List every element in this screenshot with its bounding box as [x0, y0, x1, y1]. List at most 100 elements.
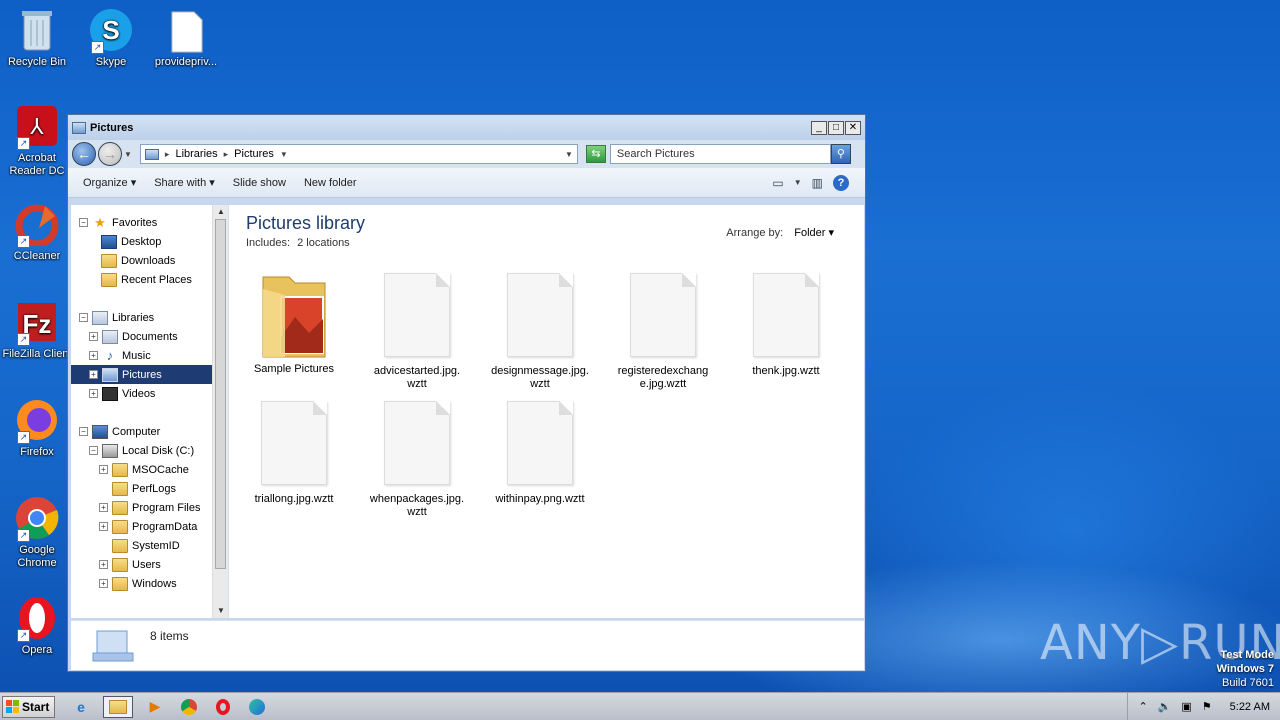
- taskbar-media-player-button[interactable]: ▶: [143, 696, 167, 718]
- nav-folder-msocache[interactable]: + MSOCache: [71, 460, 213, 479]
- item-name: Sample Pictures: [253, 363, 335, 375]
- preview-pane-icon[interactable]: ▥: [812, 176, 823, 190]
- collapse-icon[interactable]: −: [79, 218, 88, 227]
- slide-show-button[interactable]: Slide show: [233, 177, 286, 189]
- collapse-icon[interactable]: −: [89, 446, 98, 455]
- opera-shortcut[interactable]: ↗ Opera: [0, 596, 74, 657]
- shortcut-arrow-icon: ↗: [17, 629, 30, 642]
- expand-icon[interactable]: +: [89, 389, 98, 398]
- change-view-icon[interactable]: ▭: [772, 176, 783, 190]
- taskbar-chrome-button[interactable]: [177, 696, 201, 718]
- breadcrumb-dropdown-icon[interactable]: ▼: [280, 150, 288, 159]
- list-item[interactable]: Sample Pictures: [239, 267, 349, 376]
- expand-icon[interactable]: +: [89, 370, 98, 379]
- list-item[interactable]: triallong.jpg.wztt: [239, 401, 349, 506]
- scroll-down-icon[interactable]: ▼: [213, 604, 229, 618]
- blank-file-icon: [164, 8, 208, 53]
- nav-videos-label: Videos: [122, 387, 156, 400]
- ccleaner-shortcut[interactable]: ↗ CCleaner: [0, 202, 74, 263]
- nav-folder-windows[interactable]: + Windows: [71, 574, 213, 593]
- scroll-thumb[interactable]: [215, 219, 226, 569]
- back-button[interactable]: ←: [72, 142, 96, 166]
- taskbar-ie-button[interactable]: e: [69, 696, 93, 718]
- nav-recent-places[interactable]: Recent Places: [71, 270, 213, 289]
- nav-folder-program-files[interactable]: + Program Files: [71, 498, 213, 517]
- share-with-button[interactable]: Share with ▾: [154, 176, 215, 189]
- title-bar[interactable]: Pictures _ □ ✕: [68, 115, 865, 140]
- arrange-by: Arrange by: Folder ▾: [726, 226, 834, 239]
- expand-icon[interactable]: +: [99, 503, 108, 512]
- nav-pictures-label: Pictures: [122, 368, 162, 381]
- close-button[interactable]: ✕: [845, 120, 861, 135]
- firefox-shortcut[interactable]: ↗ Firefox: [0, 398, 74, 459]
- blank-file-icon: [753, 273, 819, 357]
- chrome-icon: ↗: [15, 496, 59, 542]
- item-name: withinpay.png.wztt: [495, 493, 585, 505]
- collapse-icon[interactable]: −: [79, 313, 88, 322]
- list-item[interactable]: withinpay.png.wztt: [485, 401, 595, 506]
- file-shortcut[interactable]: providepriv...: [149, 8, 223, 69]
- address-bar[interactable]: ▸ Libraries ▸ Pictures ▼ ▼: [139, 144, 578, 164]
- breadcrumb-libraries[interactable]: Libraries: [175, 148, 217, 160]
- skype-shortcut[interactable]: S ↗ Skype: [74, 8, 148, 69]
- recycle-bin-icon[interactable]: Recycle Bin: [0, 8, 74, 69]
- expand-icon[interactable]: +: [99, 579, 108, 588]
- arrange-by-dropdown[interactable]: Folder ▾: [794, 227, 834, 239]
- expand-icon[interactable]: +: [99, 465, 108, 474]
- maximize-button[interactable]: □: [828, 120, 844, 135]
- nav-videos[interactable]: + Videos: [71, 384, 213, 403]
- action-center-flag-icon[interactable]: ⚑: [1202, 700, 1212, 713]
- scroll-up-icon[interactable]: ▲: [213, 205, 229, 219]
- list-item[interactable]: whenpackages.jpg.wztt: [362, 401, 472, 519]
- view-dropdown-icon[interactable]: ▼: [794, 178, 802, 187]
- help-icon[interactable]: ?: [833, 174, 849, 191]
- expand-icon[interactable]: +: [89, 332, 98, 341]
- organize-button[interactable]: Organize ▾: [83, 176, 136, 189]
- taskbar-explorer-button[interactable]: [103, 695, 133, 718]
- taskbar-edge-button[interactable]: [245, 696, 269, 718]
- taskbar-opera-button[interactable]: [211, 696, 235, 718]
- collapse-icon[interactable]: −: [79, 427, 88, 436]
- list-item[interactable]: thenk.jpg.wztt: [731, 273, 841, 378]
- includes-locations-link[interactable]: 2 locations: [297, 237, 350, 249]
- chrome-shortcut[interactable]: ↗ Google Chrome: [0, 496, 74, 570]
- list-item[interactable]: designmessage.jpg.wztt: [485, 273, 595, 391]
- nav-libraries[interactable]: − Libraries: [71, 308, 213, 327]
- forward-button[interactable]: →: [98, 142, 122, 166]
- nav-scrollbar[interactable]: ▲ ▼: [212, 205, 228, 618]
- search-input[interactable]: Search Pictures: [609, 144, 831, 164]
- show-hidden-icons-icon[interactable]: ⌃: [1138, 700, 1147, 713]
- new-folder-button[interactable]: New folder: [304, 177, 357, 189]
- arrange-by-label: Arrange by:: [726, 227, 784, 239]
- nav-favorites[interactable]: − ★ Favorites: [71, 213, 213, 232]
- nav-desktop[interactable]: Desktop: [71, 232, 213, 251]
- nav-folder-users[interactable]: + Users: [71, 555, 213, 574]
- clock[interactable]: 5:22 AM: [1230, 701, 1270, 713]
- item-name: registeredexchange.jpg.wztt: [617, 365, 709, 390]
- acrobat-shortcut[interactable]: ⅄ ↗ Acrobat Reader DC: [0, 104, 74, 178]
- refresh-button[interactable]: ⇆: [585, 145, 606, 163]
- nav-folder-perflogs[interactable]: PerfLogs: [71, 479, 213, 498]
- start-button[interactable]: Start: [2, 695, 55, 718]
- recent-pages-dropdown-icon[interactable]: ▼: [124, 150, 132, 159]
- volume-icon[interactable]: 🔈: [1158, 700, 1172, 713]
- address-history-dropdown-icon[interactable]: ▼: [565, 150, 573, 159]
- network-icon[interactable]: ▣: [1181, 700, 1191, 713]
- expand-icon[interactable]: +: [89, 351, 98, 360]
- nav-documents[interactable]: + Documents: [71, 327, 213, 346]
- list-item[interactable]: registeredexchange.jpg.wztt: [608, 273, 718, 391]
- nav-folder-programdata[interactable]: + ProgramData: [71, 517, 213, 536]
- search-button[interactable]: ⚲: [830, 144, 851, 164]
- expand-icon[interactable]: +: [99, 560, 108, 569]
- filezilla-shortcut[interactable]: Fz ↗ FileZilla Client: [0, 300, 74, 361]
- breadcrumb-pictures[interactable]: Pictures: [234, 148, 274, 160]
- list-item[interactable]: advicestarted.jpg.wztt: [362, 273, 472, 391]
- nav-music[interactable]: + ♪ Music: [71, 346, 213, 365]
- nav-local-disk[interactable]: − Local Disk (C:): [71, 441, 213, 460]
- nav-downloads[interactable]: Downloads: [71, 251, 213, 270]
- nav-folder-systemid[interactable]: SystemID: [71, 536, 213, 555]
- nav-pictures[interactable]: + Pictures: [71, 365, 213, 384]
- minimize-button[interactable]: _: [811, 120, 827, 135]
- expand-icon[interactable]: +: [99, 522, 108, 531]
- nav-computer[interactable]: − Computer: [71, 422, 213, 441]
